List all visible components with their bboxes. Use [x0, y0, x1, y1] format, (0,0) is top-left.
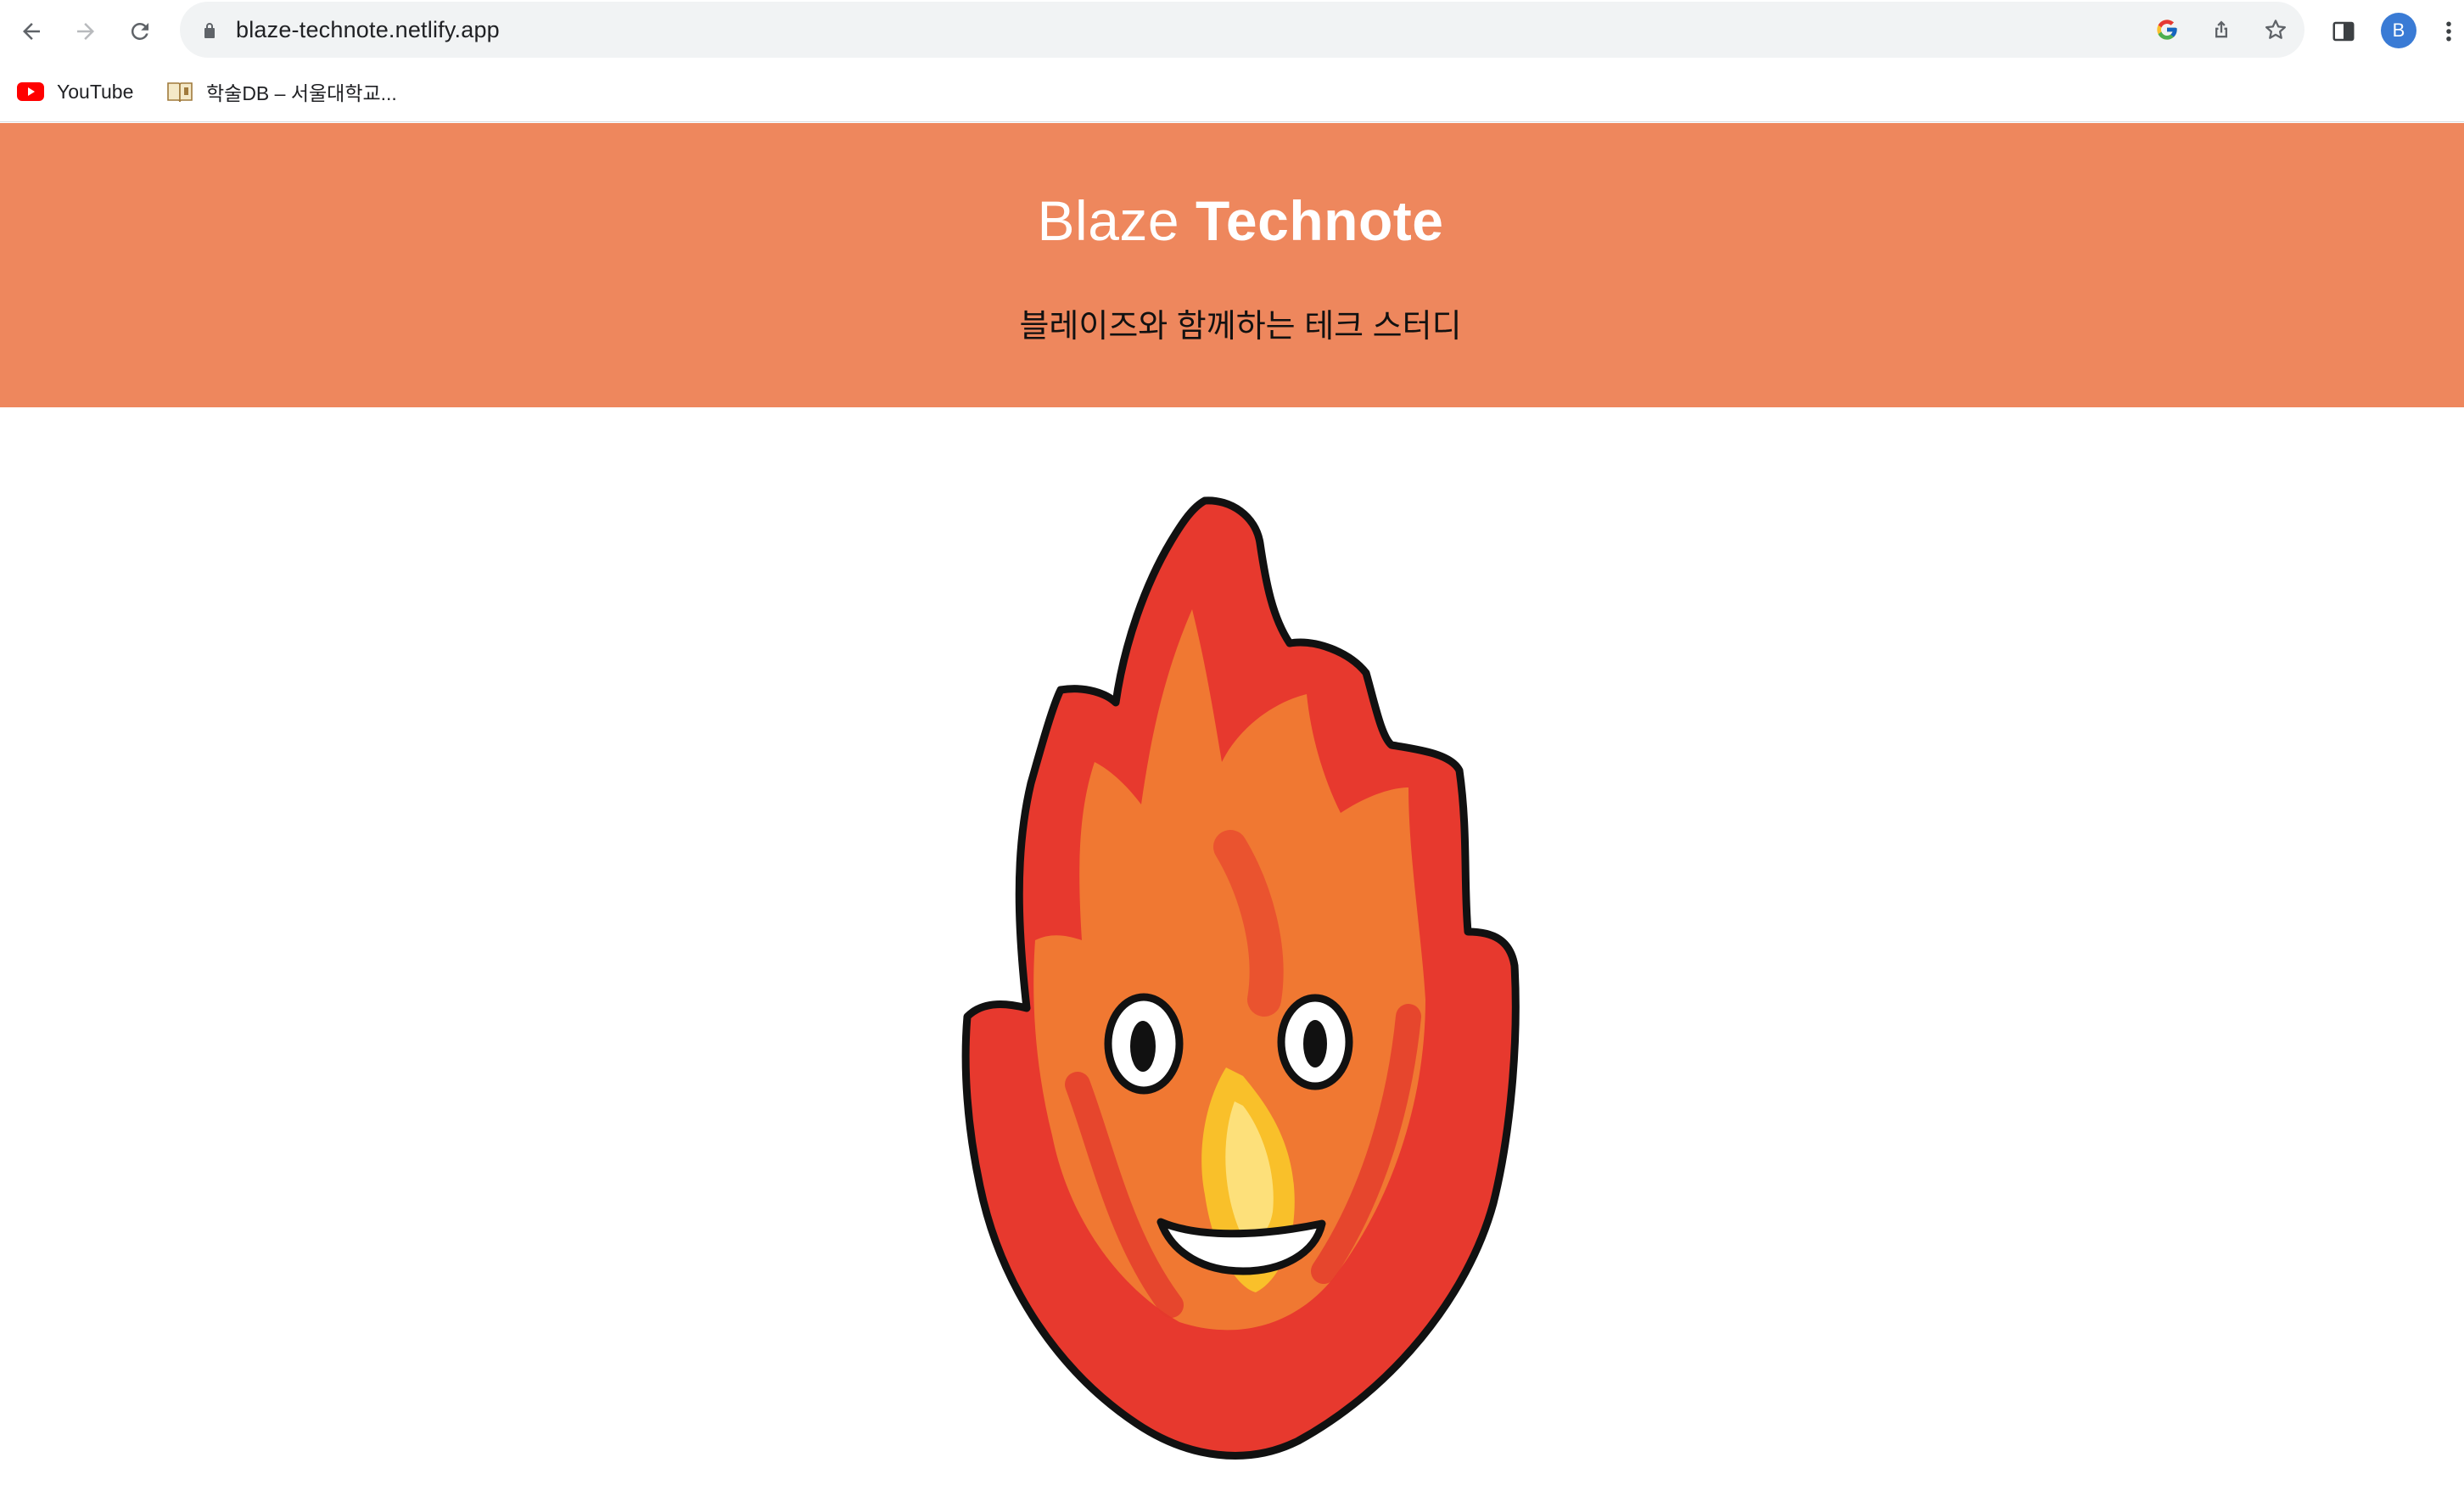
browser-toolbar: blaze-technote.netlify.app B: [0, 0, 2464, 63]
address-bar[interactable]: blaze-technote.netlify.app: [180, 2, 2304, 58]
site-subtitle: 블레이즈와 함께하는 테크 스터디: [1019, 309, 1462, 345]
arrow-left-icon: [23, 23, 40, 40]
site-title: Blaze Technote: [0, 187, 2464, 255]
reload-button[interactable]: [121, 13, 159, 50]
site-title-light: Blaze: [1037, 189, 1180, 252]
google-icon: [2157, 20, 2177, 40]
profile-avatar[interactable]: B: [2381, 13, 2416, 48]
lock-icon[interactable]: [199, 20, 220, 41]
hero-banner: [0, 123, 2464, 407]
back-button[interactable]: [13, 13, 50, 50]
bookmarks-bar: YouTube 학술DB – 서울대학교...: [0, 63, 2464, 122]
bookmark-label: YouTube: [57, 80, 134, 103]
url-text[interactable]: blaze-technote.netlify.app: [236, 2, 500, 58]
more-vert-icon: [2446, 21, 2451, 42]
share-icon: [2215, 20, 2227, 38]
reload-icon: [131, 22, 148, 40]
bookmark-star-button[interactable]: [2259, 13, 2293, 47]
site-title-bold: Technote: [1195, 189, 1444, 252]
youtube-icon: [17, 80, 44, 104]
arrow-right-icon: [77, 23, 94, 40]
bookmark-snu-db[interactable]: 학술DB – 서울대학교...: [166, 75, 397, 109]
flame-mascot: [961, 496, 1520, 1460]
forward-button[interactable]: [67, 13, 104, 50]
google-lens-button[interactable]: [2150, 13, 2184, 47]
share-button[interactable]: [2204, 13, 2238, 47]
star-icon: [2265, 20, 2286, 39]
bookmark-youtube[interactable]: YouTube: [17, 75, 133, 109]
side-panel-button[interactable]: [2325, 13, 2362, 50]
book-icon: [166, 80, 193, 104]
side-panel-icon: [2332, 21, 2355, 42]
menu-button[interactable]: [2433, 13, 2464, 50]
bookmark-label: 학술DB – 서울대학교...: [206, 82, 397, 104]
